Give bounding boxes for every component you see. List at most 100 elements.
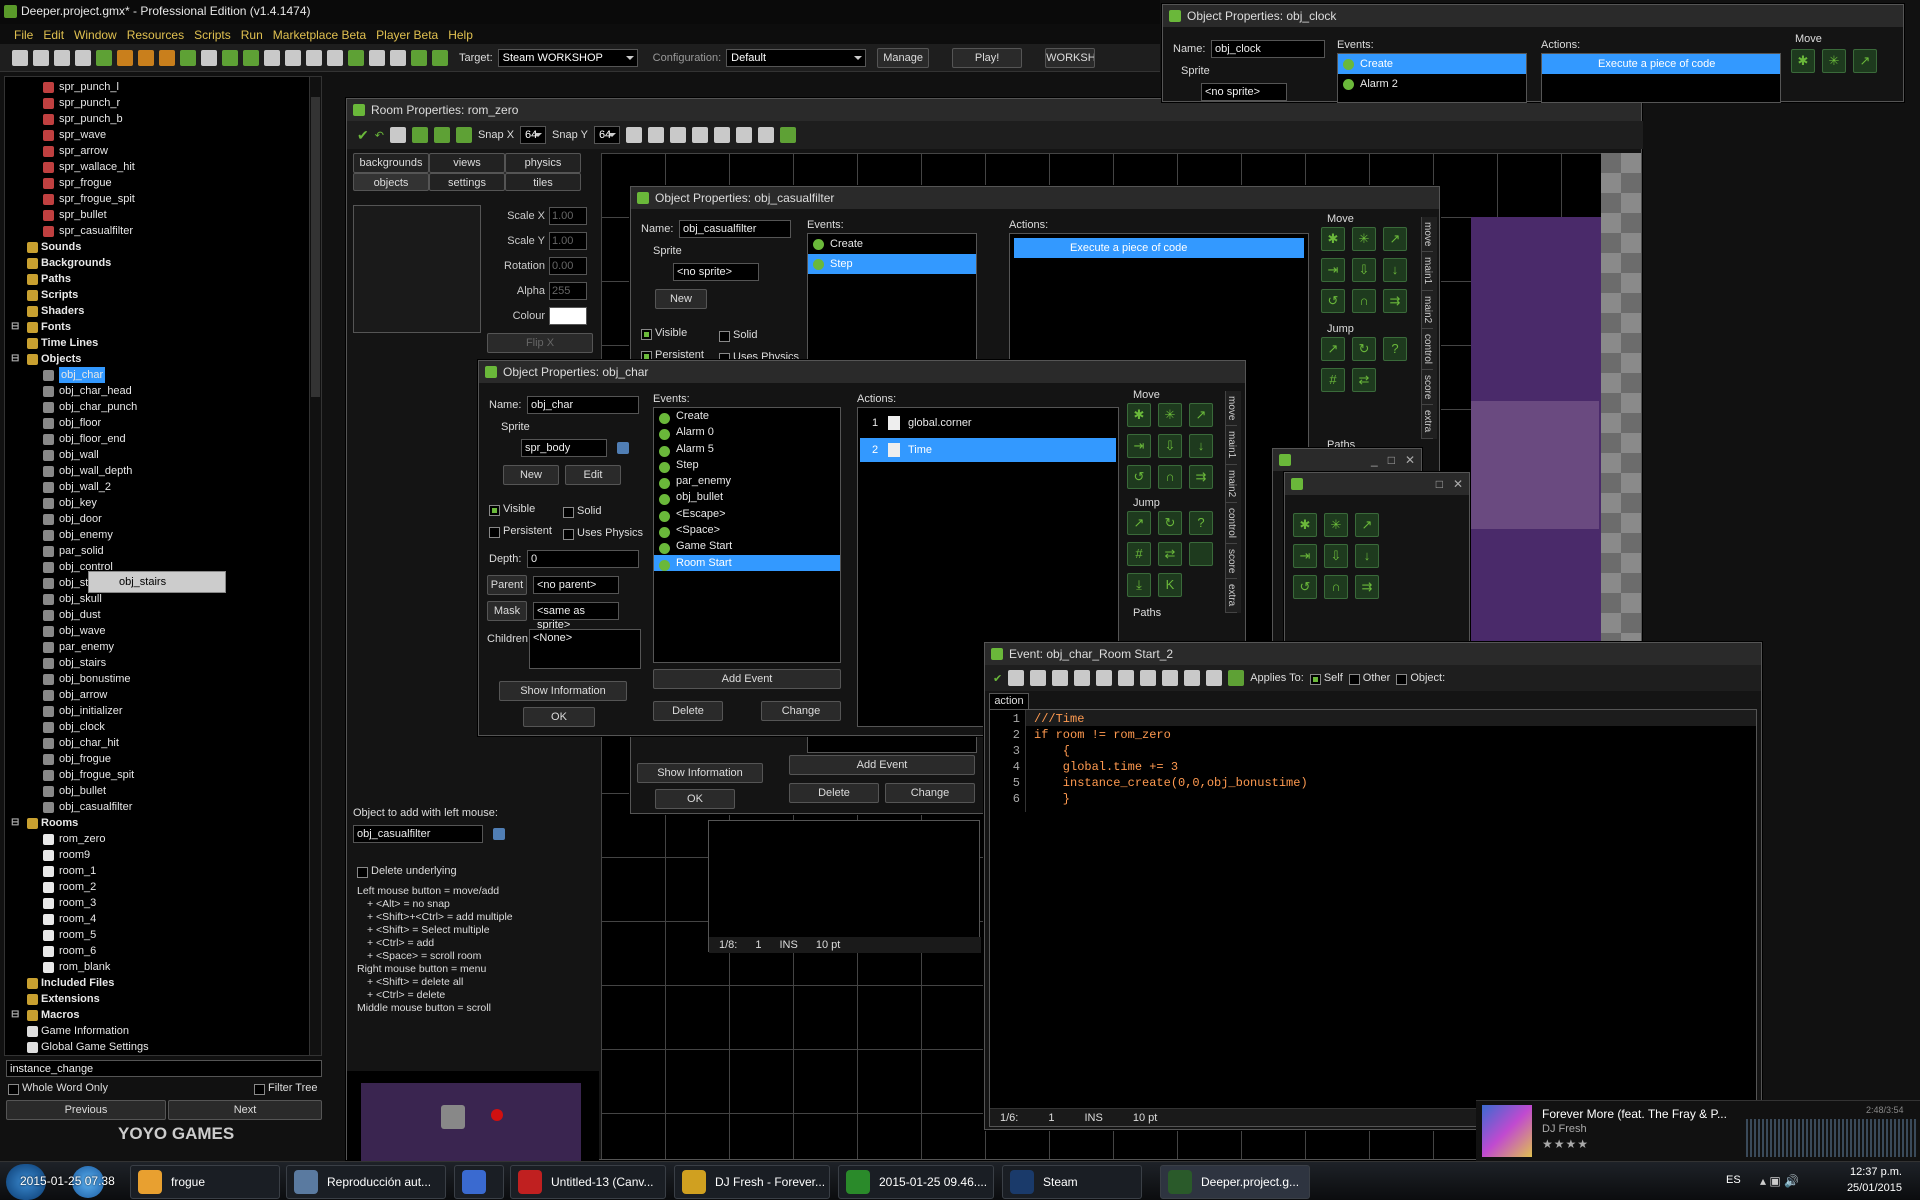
add-object-icon[interactable] [348,49,364,66]
tree-item[interactable]: spr_punch_b [5,111,321,127]
casual-delete-button[interactable]: Delete [789,783,879,803]
workshop-button[interactable]: WORKSHOP [1045,47,1096,68]
reverse-v-icon[interactable]: ∩ [1158,465,1182,489]
jump-position-icon[interactable]: ↗ [1321,337,1345,361]
tree-item[interactable]: room_1 [5,863,321,879]
tree-item[interactable]: obj_bonustime [5,671,321,687]
previous-button[interactable]: Previous [6,1100,166,1120]
copy-icon[interactable] [1140,670,1157,686]
char-children-list[interactable]: <None> [529,629,641,669]
lock-icon[interactable] [433,127,450,143]
tree-item[interactable]: obj_stairs [5,655,321,671]
clock-actions-list[interactable]: Execute a piece of code [1541,53,1781,103]
zoom-in-icon[interactable] [713,127,730,143]
room-tab-objects[interactable]: objects [353,173,429,191]
tree-item[interactable]: spr_frogue [5,175,321,191]
new-icon[interactable] [12,49,28,66]
tree-item[interactable]: room9 [5,847,321,863]
char-change-button[interactable]: Change [761,701,841,721]
add-timeline-icon[interactable] [327,49,343,66]
shift-icon[interactable] [411,127,428,143]
rating-stars[interactable]: ★★★★ [1542,1137,1589,1151]
move-free-icon[interactable]: ✳ [1158,403,1182,427]
menu-item-2[interactable]: Window [74,28,117,42]
next-button[interactable]: Next [168,1100,322,1120]
char-parent-input[interactable]: <no parent> [533,576,619,594]
confirm-icon[interactable]: ✔ [993,672,1002,685]
char-new-button[interactable]: New [503,465,559,485]
tree-item[interactable]: spr_arrow [5,143,321,159]
event-item[interactable]: par_enemy [654,473,840,490]
casual-name-input[interactable]: obj_casualfilter [679,220,791,238]
window-controls[interactable]: □ ✕ [1436,477,1463,491]
menu-item-7[interactable]: Player Beta [376,28,438,42]
undo-icon[interactable] [1074,670,1091,686]
add-path-icon[interactable] [243,49,259,66]
tree-item[interactable]: obj_enemy [5,527,321,543]
tree-search-input[interactable]: instance_change [6,1060,322,1077]
unlock-icon[interactable] [455,127,472,143]
contact-icon[interactable]: ⤓ [1127,573,1151,597]
tab-extra[interactable]: extra [1422,405,1433,439]
tree-item[interactable]: Backgrounds [5,255,321,271]
gravity-icon[interactable]: ↓ [1355,544,1379,568]
menu-item-4[interactable]: Scripts [194,28,231,42]
gravity-icon[interactable]: ↓ [1383,258,1407,282]
snapy-input[interactable]: 64 [593,126,620,144]
tree-item[interactable]: spr_frogue_spit [5,191,321,207]
filter-tree-checkbox[interactable]: Filter Tree [254,1082,318,1095]
wrap-icon[interactable]: ⇄ [1158,542,1182,566]
snap-icon[interactable]: # [1321,368,1345,392]
add-font-icon[interactable] [306,49,322,66]
move-towards-icon[interactable]: ↗ [1853,49,1877,73]
tree-item[interactable]: obj_char [5,367,321,383]
settings-icon[interactable] [390,49,406,66]
tree-item[interactable]: obj_frogue [5,751,321,767]
tree-item[interactable]: obj_frogue_spit [5,767,321,783]
tree-item[interactable]: Extensions [5,991,321,1007]
event-item[interactable]: Step [654,457,840,473]
char-add-event-button[interactable]: Add Event [653,669,841,689]
object-to-add-input[interactable]: obj_casualfilter [353,825,483,843]
add-sprite-icon[interactable] [180,49,196,66]
tree-item[interactable]: obj_clock [5,719,321,735]
event-item[interactable]: <Escape> [654,506,840,522]
paste-icon[interactable] [1162,670,1179,686]
char-show-info-button[interactable]: Show Information [499,681,627,701]
load-icon[interactable] [1008,670,1025,686]
room-tab-physics[interactable]: physics [505,153,581,173]
char-parent-button[interactable]: Parent [487,575,527,595]
redo-icon[interactable] [1096,670,1113,686]
prop-value[interactable] [549,307,587,325]
room-minimap[interactable] [347,1071,599,1161]
tree-item[interactable]: obj_dust [5,607,321,623]
char-depth-input[interactable]: 0 [527,550,639,568]
friction-icon[interactable]: ⇉ [1355,575,1379,599]
list-icon[interactable] [757,127,774,143]
tree-item[interactable]: ⊟ Objects [5,351,321,367]
event-item[interactable]: Alarm 0 [654,424,840,441]
tree-item[interactable]: spr_wallace_hit [5,159,321,175]
snapx-input[interactable]: 64 [520,126,547,144]
tree-item[interactable]: obj_wave [5,623,321,639]
casual-sprite-input[interactable]: <no sprite> [673,263,759,281]
prop-value[interactable]: 0.00 [549,257,587,275]
reverse-h-icon[interactable]: ↺ [1293,575,1317,599]
casual-show-info-button[interactable]: Show Information [637,763,763,783]
event-item[interactable]: Game Start [654,538,840,555]
action-item[interactable]: 1 global.corner [860,411,1116,435]
tab-extra[interactable]: extra [1226,579,1237,613]
export-icon[interactable] [75,49,91,66]
gravity-icon[interactable]: ↓ [1189,434,1213,458]
menu-item-0[interactable]: File [14,28,33,42]
move-free-icon[interactable]: ✳ [1352,227,1376,251]
move-fixed-icon[interactable]: ✱ [1321,227,1345,251]
prop-value[interactable]: 1.00 [549,232,587,250]
add-background-icon[interactable] [222,49,238,66]
object-picker-icon[interactable] [493,828,505,840]
tab-main1[interactable]: main1 [1422,252,1433,291]
expand-icon[interactable]: ⊟ [11,351,19,367]
event-item[interactable]: Step [808,254,976,274]
jump-position-icon[interactable]: ↗ [1127,511,1151,535]
applies-other-radio[interactable]: Other [1348,672,1390,685]
